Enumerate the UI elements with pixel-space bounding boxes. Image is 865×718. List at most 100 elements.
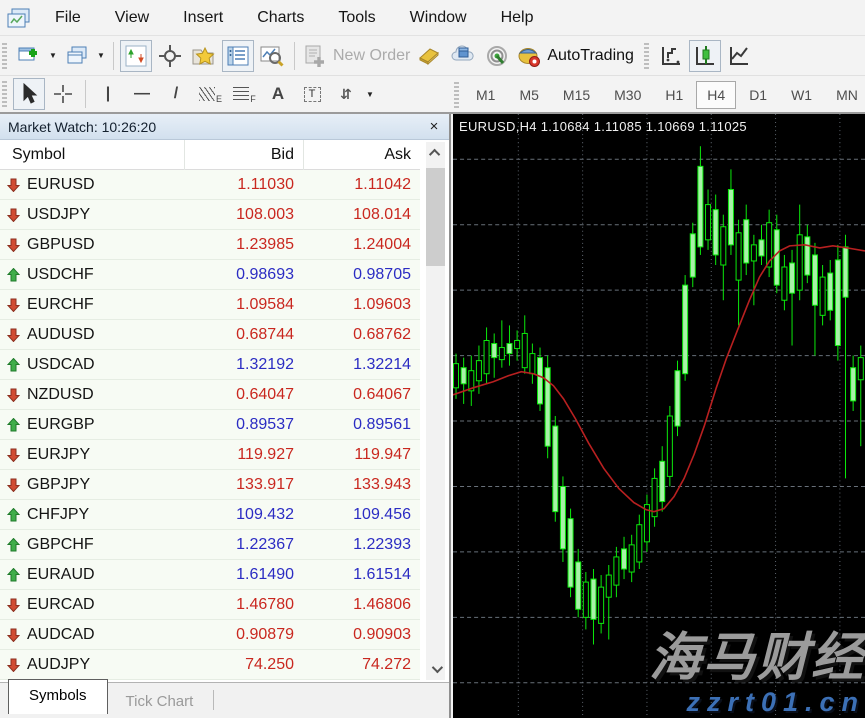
- chart-ohlc-header: EURUSD,H4 1.10684 1.11085 1.10669 1.1102…: [459, 119, 747, 134]
- menu-charts[interactable]: Charts: [240, 3, 321, 33]
- market-watch-row-euraud[interactable]: EURAUD1.614901.61514: [0, 560, 420, 590]
- market-watch-row-eurusd[interactable]: EURUSD1.110301.11042: [0, 170, 420, 200]
- market-watch-row-eurchf[interactable]: EURCHF1.095841.09603: [0, 290, 420, 320]
- timeframe-w1[interactable]: W1: [780, 81, 823, 109]
- menu-bar: FileViewInsertChartsToolsWindowHelp: [0, 0, 865, 36]
- toolbar-grip[interactable]: [2, 81, 7, 107]
- market-watch-row-usdchf[interactable]: USDCHF0.986930.98705: [0, 260, 420, 290]
- timeframe-mn[interactable]: MN: [825, 81, 865, 109]
- market-watch-toggle[interactable]: [120, 40, 152, 72]
- trend-down-icon: [7, 298, 20, 312]
- horizontal-line-button[interactable]: —: [126, 78, 158, 110]
- profiles-button[interactable]: [61, 40, 93, 72]
- bar-chart-icon: [659, 44, 683, 68]
- mt4-window: FileViewInsertChartsToolsWindowHelp ▼ ▼: [0, 0, 865, 718]
- new-order-button[interactable]: New Order: [301, 40, 411, 72]
- market-watch-row-audusd[interactable]: AUDUSD0.687440.68762: [0, 320, 420, 350]
- fibonacci-button[interactable]: F: [228, 78, 260, 110]
- gold-book-icon: [416, 44, 442, 68]
- text-button[interactable]: A: [262, 78, 294, 110]
- metaeditor-button[interactable]: [413, 40, 445, 72]
- signals-button[interactable]: [481, 40, 513, 72]
- ask-value: 0.89561: [303, 416, 420, 434]
- crosshair-button[interactable]: [47, 78, 79, 110]
- market-watch-row-gbpchf[interactable]: GBPCHF1.223671.22393: [0, 530, 420, 560]
- scroll-down-button[interactable]: [426, 658, 445, 680]
- timeframe-m30[interactable]: M30: [603, 81, 652, 109]
- toolbar-separator: [113, 42, 114, 70]
- app-icon: [6, 7, 32, 29]
- menu-file[interactable]: File: [38, 3, 98, 33]
- new-order-icon: [302, 44, 328, 68]
- timeframe-d1[interactable]: D1: [738, 81, 778, 109]
- cursor-button[interactable]: [13, 78, 45, 110]
- market-watch-row-gbpusd[interactable]: GBPUSD1.239851.24004: [0, 230, 420, 260]
- toolbar-grip[interactable]: [454, 82, 459, 108]
- tab-symbols[interactable]: Symbols: [8, 679, 108, 714]
- timeframe-m5[interactable]: M5: [508, 81, 549, 109]
- drawing-toolbar: | — / E F A T ⇵ ▼ M1M5M15M30H1H4D1: [0, 76, 865, 114]
- strategy-tester-button[interactable]: [256, 40, 288, 72]
- folder-star-icon: [191, 44, 217, 68]
- tab-tick-chart[interactable]: Tick Chart: [108, 687, 212, 718]
- timeframe-m15[interactable]: M15: [552, 81, 601, 109]
- autotrading-button[interactable]: AutoTrading: [515, 40, 635, 72]
- market-watch-row-nzdusd[interactable]: NZDUSD0.640470.64067: [0, 380, 420, 410]
- bid-value: 0.90879: [184, 626, 303, 644]
- market-watch-row-gbpjpy[interactable]: GBPJPY133.917133.943: [0, 470, 420, 500]
- toolbar-grip[interactable]: [644, 43, 649, 69]
- new-chart-dropdown[interactable]: ▼: [46, 40, 60, 72]
- market-watch-row-audcad[interactable]: AUDCAD0.908790.90903: [0, 620, 420, 650]
- chart-panel[interactable]: EURUSD,H4 1.10684 1.11085 1.10669 1.1102…: [453, 114, 865, 718]
- timeframe-h4[interactable]: H4: [696, 81, 736, 109]
- menu-insert[interactable]: Insert: [166, 3, 240, 33]
- column-ask[interactable]: Ask: [303, 146, 420, 164]
- shapes-dropdown[interactable]: ▼: [363, 78, 377, 110]
- trendline-button[interactable]: /: [160, 78, 192, 110]
- profiles-dropdown[interactable]: ▼: [94, 40, 108, 72]
- market-button[interactable]: [447, 40, 479, 72]
- scroll-up-button[interactable]: [426, 142, 445, 164]
- timeframe-m1[interactable]: M1: [465, 81, 506, 109]
- column-symbol[interactable]: Symbol: [0, 146, 184, 164]
- market-watch-row-audjpy[interactable]: AUDJPY74.25074.272: [0, 650, 420, 680]
- terminal-button[interactable]: [222, 40, 254, 72]
- menu-view[interactable]: View: [98, 3, 166, 33]
- symbol-label: CHFJPY: [27, 506, 89, 524]
- timeframe-h1[interactable]: H1: [654, 81, 694, 109]
- shapes-button[interactable]: ⇵: [330, 78, 362, 110]
- bid-value: 1.09584: [184, 296, 303, 314]
- market-watch-row-usdjpy[interactable]: USDJPY108.003108.014: [0, 200, 420, 230]
- data-window-button[interactable]: [154, 40, 186, 72]
- chart-candles-button[interactable]: [689, 40, 721, 72]
- market-cube-icon: [450, 44, 476, 68]
- chart-svg[interactable]: [453, 114, 865, 718]
- market-watch-row-usdcad[interactable]: USDCAD1.321921.32214: [0, 350, 420, 380]
- channel-button[interactable]: E: [194, 78, 226, 110]
- market-watch-scrollbar[interactable]: [426, 142, 445, 680]
- new-order-label: New Order: [333, 47, 410, 65]
- market-watch-row-chfjpy[interactable]: CHFJPY109.432109.456: [0, 500, 420, 530]
- ask-value: 1.32214: [303, 356, 420, 374]
- bid-value: 1.22367: [184, 536, 303, 554]
- menu-tools[interactable]: Tools: [321, 3, 392, 33]
- menu-window[interactable]: Window: [393, 3, 484, 33]
- market-watch-row-eurcad[interactable]: EURCAD1.467801.46806: [0, 590, 420, 620]
- close-icon[interactable]: ×: [425, 117, 443, 135]
- chart-line-button[interactable]: [723, 40, 755, 72]
- toolbar-grip[interactable]: [2, 43, 7, 69]
- chart-bars-button[interactable]: [655, 40, 687, 72]
- navigator-button[interactable]: [188, 40, 220, 72]
- market-watch-row-eurjpy[interactable]: EURJPY119.927119.947: [0, 440, 420, 470]
- trend-up-icon: [7, 508, 20, 522]
- ask-value: 1.09603: [303, 296, 420, 314]
- vertical-line-button[interactable]: |: [92, 78, 124, 110]
- scrollbar-thumb[interactable]: [426, 168, 445, 266]
- market-watch-row-eurgbp[interactable]: EURGBP0.895370.89561: [0, 410, 420, 440]
- label-button[interactable]: T: [296, 78, 328, 110]
- new-chart-button[interactable]: [13, 40, 45, 72]
- menu-help[interactable]: Help: [484, 3, 551, 33]
- symbol-label: USDJPY: [27, 206, 90, 224]
- standard-toolbar: ▼ ▼: [0, 36, 865, 76]
- column-bid[interactable]: Bid: [184, 146, 303, 164]
